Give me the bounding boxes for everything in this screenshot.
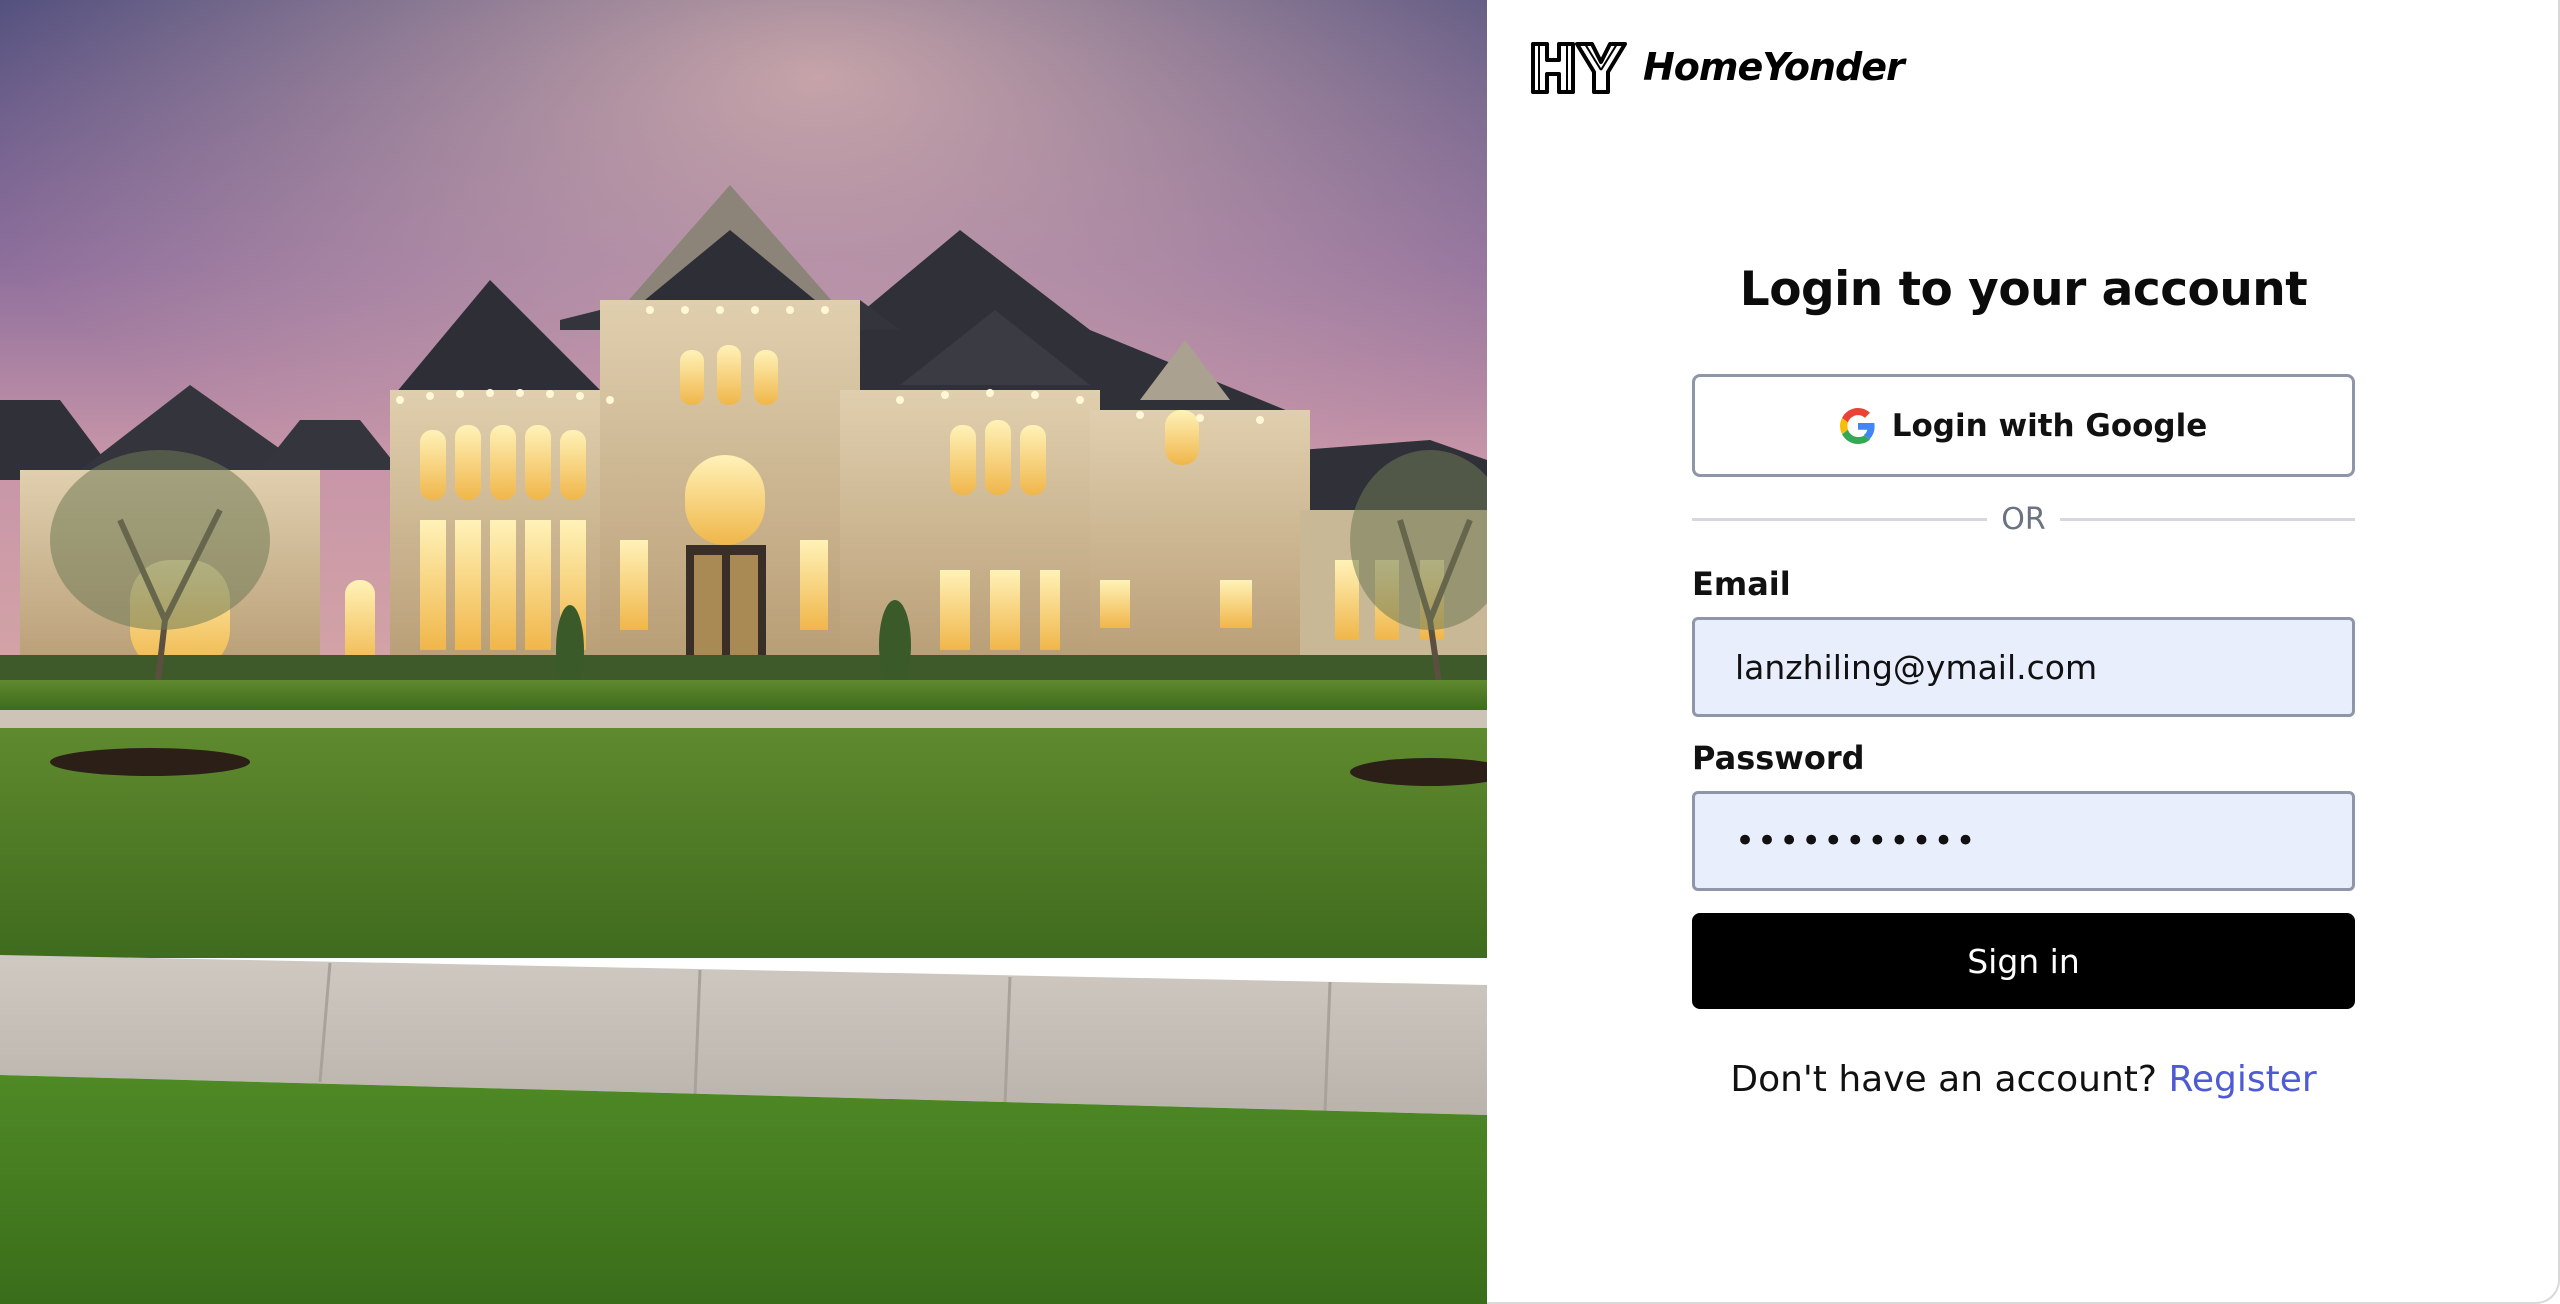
login-with-google-button[interactable]: Login with Google bbox=[1692, 374, 2355, 477]
page-title: Login to your account bbox=[1739, 262, 2308, 317]
divider-text: OR bbox=[2001, 501, 2046, 537]
brand-name: HomeYonder bbox=[1643, 45, 1905, 89]
email-field[interactable] bbox=[1692, 617, 2355, 717]
login-form: Login to your account Login with Google … bbox=[1692, 260, 2355, 1100]
register-link[interactable]: Register bbox=[2168, 1059, 2316, 1100]
login-page: HomeYonder Login to your account Login w… bbox=[0, 0, 2560, 1304]
google-icon bbox=[1839, 407, 1875, 444]
divider-line-right bbox=[2059, 517, 2355, 521]
email-label: Email bbox=[1692, 565, 1791, 603]
homeyonder-logo-icon bbox=[1531, 42, 1627, 94]
sign-in-button[interactable]: Sign in bbox=[1692, 913, 2355, 1009]
password-field[interactable] bbox=[1692, 791, 2355, 891]
register-row: Don't have an account? Register bbox=[1692, 1059, 2355, 1100]
login-panel: HomeYonder Login to your account Login w… bbox=[1487, 0, 2560, 1304]
brand-logo[interactable]: HomeYonder bbox=[1529, 38, 1905, 96]
google-button-label: Login with Google bbox=[1891, 407, 2208, 444]
hero-image bbox=[0, 0, 1487, 1304]
password-label: Password bbox=[1692, 739, 1865, 777]
register-prompt: Don't have an account? bbox=[1730, 1059, 2157, 1100]
divider-line-left bbox=[1692, 517, 1988, 521]
or-divider: OR bbox=[1692, 499, 2355, 539]
